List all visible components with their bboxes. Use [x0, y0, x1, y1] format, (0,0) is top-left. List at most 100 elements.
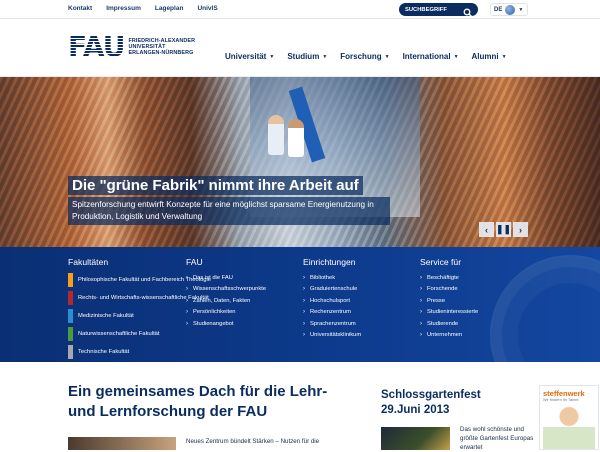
chevron-right-icon: ›	[303, 320, 305, 327]
nav-label: Alumni	[471, 52, 499, 61]
link-lageplan[interactable]: Lageplan	[155, 5, 184, 12]
logo-line: FRIEDRICH-ALEXANDER	[128, 37, 196, 44]
link-label: Forschende	[427, 286, 458, 293]
chevron-right-icon: ›	[420, 286, 422, 293]
link-label: Das ist die FAU	[193, 275, 233, 281]
chevron-right-icon: ›	[303, 309, 305, 316]
service-heading: Service für	[420, 257, 462, 267]
language-selector[interactable]: DE ▼	[490, 3, 528, 16]
link-label: Beschäftigte	[427, 275, 459, 281]
main-navigation: Universität ▼ Studium ▼ Forschung ▼ Interna…	[225, 52, 507, 61]
chevron-right-icon: ›	[186, 320, 188, 327]
nav-label: Studium	[287, 52, 320, 61]
event-image[interactable]	[381, 427, 450, 450]
slider-prev-button[interactable]: ‹	[479, 222, 494, 237]
service-link[interactable]: › Studierende	[420, 319, 478, 330]
language-label: DE	[494, 6, 503, 13]
logo-mark: FAU	[68, 30, 125, 63]
facility-link[interactable]: › Universitätsklinikum	[303, 330, 361, 341]
news-headline[interactable]: Ein gemeinsames Dach für die Lehr- und L…	[68, 382, 358, 422]
event-teaser: Das wohl schönste und größte Gartenfest …	[460, 426, 534, 451]
faculty-color-swatch	[68, 327, 73, 341]
site-header: FAU FRIEDRICH-ALEXANDER UNIVERSITÄT ERLA…	[0, 19, 600, 77]
service-link[interactable]: › Presse	[420, 296, 478, 307]
fau-link[interactable]: › Zahlen, Daten, Fakten	[186, 296, 266, 307]
news-image[interactable]	[68, 437, 176, 450]
search-input[interactable]	[405, 6, 463, 13]
link-kontakt[interactable]: Kontakt	[68, 5, 92, 12]
utility-links: Kontakt Impressum Lageplan UnivIS	[68, 5, 218, 12]
link-label: Bibliothek	[310, 275, 336, 281]
hero-title[interactable]: Die "grüne Fabrik" nimmt ihre Arbeit auf	[68, 176, 363, 195]
link-label: Unternehmen	[427, 332, 463, 339]
link-label: Studierende	[427, 320, 459, 327]
faculty-color-swatch	[68, 309, 73, 323]
chevron-down-icon: ▼	[384, 53, 390, 60]
chevron-right-icon: ›	[420, 297, 422, 304]
service-link[interactable]: › Studieninteressierte	[420, 307, 478, 318]
university-seal-watermark	[490, 255, 600, 362]
fau-link[interactable]: › Das ist die FAU	[186, 273, 266, 284]
service-link[interactable]: › Forschende	[420, 284, 478, 295]
nav-label: Universität	[225, 52, 267, 61]
facilities-heading: Einrichtungen	[303, 257, 356, 267]
ad-photo	[543, 405, 595, 449]
fau-heading: FAU	[186, 257, 203, 267]
faculty-label: Medizinische Fakultät	[78, 312, 134, 319]
facility-link[interactable]: › Bibliothek	[303, 273, 361, 284]
logo-line: ERLANGEN-NÜRNBERG	[128, 50, 194, 57]
slider-controls: ‹ ❚❚ ›	[479, 222, 528, 237]
sponsor-ad[interactable]: steffenwerk Wir fördern Ihr Talent	[539, 385, 599, 450]
chevron-down-icon: ▼	[518, 6, 524, 13]
chevron-right-icon: ›	[420, 332, 422, 339]
facility-link[interactable]: › Graduiertenschule	[303, 284, 361, 295]
service-link[interactable]: › Beschäftigte	[420, 273, 478, 284]
fau-link[interactable]: › Studienangebot	[186, 319, 266, 330]
fau-logo[interactable]: FAU FRIEDRICH-ALEXANDER UNIVERSITÄT ERLA…	[68, 33, 195, 61]
link-univis[interactable]: UnivIS	[197, 5, 217, 12]
chevron-right-icon: ›	[186, 286, 188, 293]
search-icon[interactable]	[463, 5, 473, 17]
fau-link[interactable]: › Wissenschaftsschwerpunkte	[186, 284, 266, 295]
nav-label: Forschung	[340, 52, 382, 61]
chevron-down-icon: ▼	[322, 53, 328, 60]
nav-forschung[interactable]: Forschung ▼	[340, 52, 389, 61]
link-label: Studienangebot	[193, 320, 234, 327]
hero-image-person	[288, 119, 304, 157]
chevron-down-icon: ▼	[501, 53, 507, 60]
facilities-column: Einrichtungen › Bibliothek › Graduiertensc…	[303, 257, 361, 341]
facility-link[interactable]: › Hochschulsport	[303, 296, 361, 307]
nav-label: International	[402, 52, 451, 61]
fau-link[interactable]: › Persönlichkeiten	[186, 307, 266, 318]
slider-pause-button[interactable]: ❚❚	[496, 222, 511, 237]
chevron-right-icon: ›	[303, 332, 305, 339]
nav-universitaet[interactable]: Universität ▼	[225, 52, 274, 61]
faculty-item[interactable]: Technische Fakultät	[68, 345, 211, 359]
service-link[interactable]: › Unternehmen	[420, 330, 478, 341]
link-label: Universitätsklinikum	[310, 332, 362, 339]
link-label: Rechenzentrum	[310, 309, 351, 316]
link-label: Graduiertenschule	[310, 286, 358, 293]
chevron-down-icon: ▼	[453, 53, 459, 60]
hero-image-person	[268, 115, 284, 155]
faculty-label: Naturwissenschaftliche Fakultät	[78, 330, 160, 337]
facility-link[interactable]: › Sprachenzentrum	[303, 319, 361, 330]
link-label: Zahlen, Daten, Fakten	[193, 297, 251, 304]
globe-icon	[505, 4, 516, 15]
fau-column: FAU › Das ist die FAU › Wissenschaftsschwe…	[186, 257, 266, 330]
event-title[interactable]: Schlossgartenfest 29.Juni 2013	[381, 388, 521, 418]
link-label: Persönlichkeiten	[193, 309, 236, 316]
chevron-right-icon: ›	[420, 320, 422, 327]
slider-next-button[interactable]: ›	[513, 222, 528, 237]
nav-alumni[interactable]: Alumni ▼	[472, 52, 507, 61]
nav-international[interactable]: International ▼	[403, 52, 459, 61]
link-impressum[interactable]: Impressum	[106, 5, 141, 12]
hero-slider[interactable]: Die "grüne Fabrik" nimmt ihre Arbeit auf…	[0, 77, 600, 247]
search-box	[399, 3, 478, 17]
link-label: Wissenschaftsschwerpunkte	[193, 286, 267, 293]
nav-studium[interactable]: Studium ▼	[287, 52, 327, 61]
faculty-color-swatch	[68, 291, 73, 305]
chevron-right-icon: ›	[186, 297, 188, 304]
ad-title: steffenwerk	[543, 389, 585, 398]
facility-link[interactable]: › Rechenzentrum	[303, 307, 361, 318]
